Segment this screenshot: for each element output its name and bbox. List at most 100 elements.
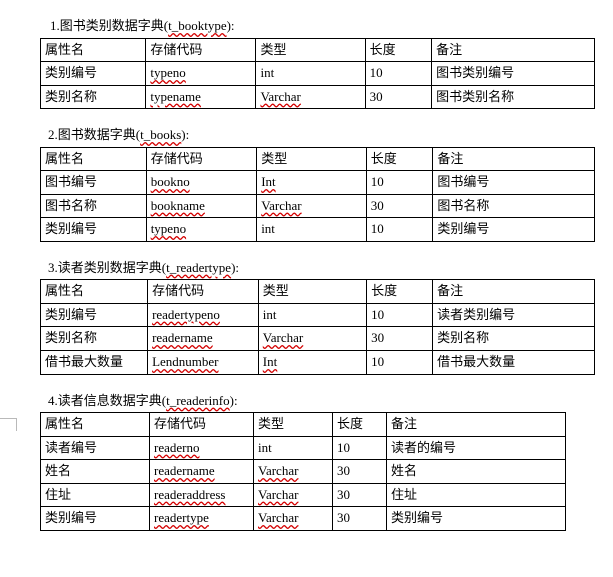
column-header: 存储代码 [150, 413, 254, 437]
cell-storage-code: readertype [150, 507, 254, 531]
column-header: 备注 [433, 147, 595, 171]
cell-storage-code: readerno [150, 436, 254, 460]
column-header: 属性名 [41, 38, 146, 62]
type-text: Varchar [258, 463, 298, 478]
column-header: 长度 [365, 38, 431, 62]
data-dictionary-table: 属性名存储代码类型长度备注类别编号 readertypeno int10读者类别编号… [40, 279, 595, 374]
column-header: 备注 [387, 413, 566, 437]
table-row: 类别编号readertypeVarchar30类别编号 [41, 507, 566, 531]
table-header-row: 属性名存储代码类型长度备注 [41, 413, 566, 437]
column-header: 类型 [256, 38, 365, 62]
cell-attr-name: 图书编号 [41, 171, 147, 195]
data-dictionary-table: 属性名存储代码类型长度备注读者编号readernoint10读者的编号姓名rea… [40, 412, 566, 531]
column-header: 长度 [333, 413, 387, 437]
cell-length: 30 [333, 483, 387, 507]
cell-type: Varchar [256, 85, 365, 109]
table-row: 图书名称booknameVarchar30图书名称 [41, 194, 595, 218]
cell-attr-name: 类别名称 [41, 327, 148, 351]
table-row: 类别名称typenameVarchar30图书类别名称 [41, 85, 595, 109]
cell-note: 类别名称 [433, 327, 595, 351]
cell-length: 10 [366, 218, 433, 242]
cell-note: 图书类别编号 [432, 62, 595, 86]
table-row: 图书编号booknoInt10图书编号 [41, 171, 595, 195]
cell-storage-code: Lendnumber [148, 350, 259, 374]
cell-note: 读者的编号 [387, 436, 566, 460]
cell-length: 30 [365, 85, 431, 109]
table-row: 姓名readernameVarchar30姓名 [41, 460, 566, 484]
column-header: 类型 [254, 413, 333, 437]
section-title: 4.读者信息数据字典(t_readerinfo): [48, 391, 595, 411]
column-header: 存储代码 [146, 147, 257, 171]
cell-length: 10 [367, 350, 433, 374]
cell-type: int [254, 436, 333, 460]
cell-attr-name: 类别编号 [41, 62, 146, 86]
table-header-row: 属性名存储代码类型长度备注 [41, 147, 595, 171]
cell-note: 姓名 [387, 460, 566, 484]
cell-type: Varchar [257, 194, 367, 218]
table-header-row: 属性名存储代码类型长度备注 [41, 280, 595, 304]
column-header: 属性名 [41, 280, 148, 304]
data-dictionary-table: 属性名存储代码类型长度备注图书编号booknoInt10图书编号图书名称book… [40, 147, 595, 242]
cell-attr-name: 图书名称 [41, 194, 147, 218]
cell-storage-code: readername [150, 460, 254, 484]
cell-storage-code: typename [146, 85, 256, 109]
cell-length: 30 [333, 460, 387, 484]
cell-length: 30 [333, 507, 387, 531]
cell-storage-code: typeno [146, 62, 256, 86]
page-margin-marker [0, 418, 17, 431]
section-title-suffix: ): [181, 127, 189, 142]
cell-type: Int [258, 350, 366, 374]
cell-length: 10 [365, 62, 431, 86]
column-header: 属性名 [41, 147, 147, 171]
type-text: Varchar [258, 510, 298, 525]
cell-storage-code: readername [148, 327, 259, 351]
column-header: 类型 [258, 280, 366, 304]
cell-length: 30 [366, 194, 433, 218]
code-text: readeraddress [154, 487, 225, 502]
cell-type: Varchar [258, 327, 366, 351]
cell-note: 借书最大数量 [433, 350, 595, 374]
table-header-row: 属性名存储代码类型长度备注 [41, 38, 595, 62]
section-title-code: t_booktype [168, 18, 227, 33]
code-text: bookname [151, 198, 205, 213]
code-text: readername [154, 463, 215, 478]
cell-length: 10 [366, 171, 433, 195]
type-text: Varchar [260, 89, 300, 104]
cell-attr-name: 类别编号 [41, 218, 147, 242]
type-text: Int [261, 174, 275, 189]
section-title-suffix: ): [231, 260, 239, 275]
cell-length: 10 [333, 436, 387, 460]
column-header: 备注 [432, 38, 595, 62]
section-title: 1.图书类别数据字典(t_booktype): [50, 16, 595, 36]
column-header: 存储代码 [148, 280, 259, 304]
cell-note: 类别编号 [387, 507, 566, 531]
cell-storage-code: readeraddress [150, 483, 254, 507]
cell-attr-name: 类别编号 [41, 507, 150, 531]
column-header: 属性名 [41, 413, 150, 437]
code-text: readerno [154, 440, 199, 455]
data-dictionary-table: 属性名存储代码类型长度备注类别编号typenoint10图书类别编号类别名称ty… [40, 38, 595, 110]
column-header: 类型 [257, 147, 367, 171]
cell-note: 读者类别编号 [433, 303, 595, 327]
type-text: Varchar [263, 330, 303, 345]
section-title: 2.图书数据字典(t_books): [48, 125, 595, 145]
section-title-text: 3.读者类别数据字典( [48, 260, 166, 275]
table-row: 住址readeraddressVarchar30住址 [41, 483, 566, 507]
cell-type: int [258, 303, 366, 327]
cell-attr-name: 借书最大数量 [41, 350, 148, 374]
section-title-code: t_books [140, 127, 181, 142]
type-text: Int [263, 354, 277, 369]
section-title-text: 1.图书类别数据字典( [50, 18, 168, 33]
cell-length: 10 [367, 303, 433, 327]
table-row: 类别编号typenoint10图书类别编号 [41, 62, 595, 86]
cell-storage-code: readertypeno [148, 303, 259, 327]
cell-type: Varchar [254, 460, 333, 484]
cell-attr-name: 类别编号 [41, 303, 148, 327]
table-row: 类别编号typenoint10类别编号 [41, 218, 595, 242]
cell-attr-name: 读者编号 [41, 436, 150, 460]
code-text: Lendnumber [152, 354, 218, 369]
code-text: readertypeno [152, 307, 220, 322]
cell-note: 类别编号 [433, 218, 595, 242]
cell-type: Int [257, 171, 367, 195]
section-title-code: t_readerinfo [166, 393, 230, 408]
